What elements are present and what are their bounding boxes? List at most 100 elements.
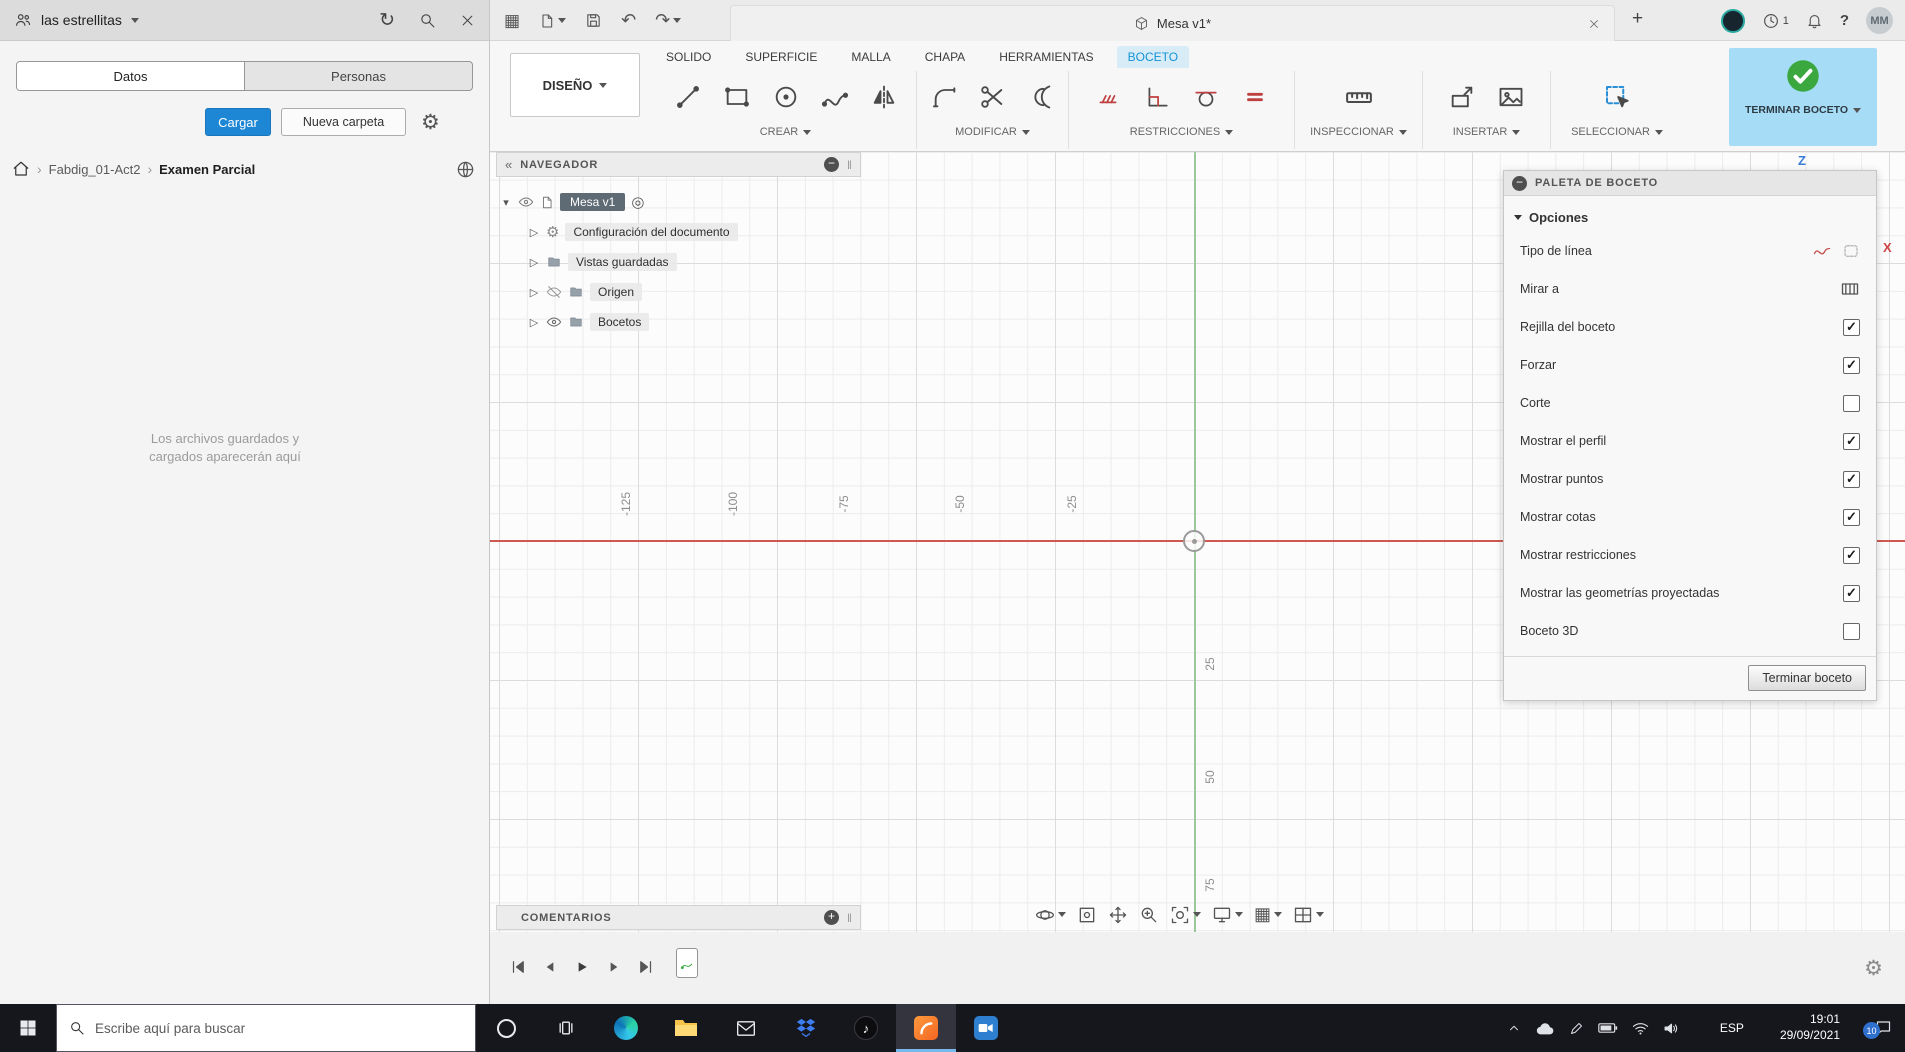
document-tab-close-icon[interactable] bbox=[1588, 18, 1600, 30]
timeline-skip-start-button[interactable] bbox=[505, 954, 530, 979]
group-restricciones-dropdown[interactable]: RESTRICCIONES bbox=[1078, 126, 1285, 138]
measure-tool-icon[interactable] bbox=[1339, 76, 1379, 118]
job-status-button[interactable]: 1 bbox=[1762, 12, 1789, 30]
display-settings-button[interactable] bbox=[1212, 905, 1243, 925]
grid-settings-button[interactable]: ▦ bbox=[1254, 904, 1283, 925]
taskbar-search-input[interactable] bbox=[95, 1020, 463, 1036]
group-insertar-dropdown[interactable]: INSERTAR bbox=[1432, 126, 1541, 138]
redo-button[interactable]: ↷ bbox=[655, 10, 682, 31]
finish-sketch-footer-button[interactable]: Terminar boceto bbox=[1748, 665, 1866, 691]
breadcrumb-folder[interactable]: Examen Parcial bbox=[159, 162, 255, 177]
language-indicator[interactable]: ESP bbox=[1720, 1021, 1744, 1035]
tree-root-row[interactable]: ▾ Mesa v1 ◎ bbox=[500, 187, 861, 217]
tab-personas[interactable]: Personas bbox=[245, 62, 472, 90]
options-section-header[interactable]: Opciones bbox=[1504, 202, 1876, 232]
tab-boceto[interactable]: BOCETO bbox=[1116, 46, 1190, 68]
home-icon[interactable] bbox=[12, 160, 30, 178]
visibility-eye-off-icon[interactable] bbox=[546, 284, 562, 300]
tree-item-label[interactable]: Origen bbox=[590, 283, 643, 301]
palette-minimize-icon[interactable]: − bbox=[1512, 175, 1527, 191]
tab-superficie[interactable]: SUPERFICIE bbox=[734, 46, 828, 68]
show-dimensions-checkbox[interactable]: ✓ bbox=[1843, 508, 1860, 526]
navigator-minimize-icon[interactable]: − bbox=[824, 157, 840, 172]
user-avatar[interactable]: MM bbox=[1866, 7, 1893, 34]
document-tab[interactable]: Mesa v1* bbox=[730, 5, 1615, 41]
tangent-constraint-icon[interactable] bbox=[1186, 76, 1226, 118]
clock[interactable]: 19:01 29/09/2021 bbox=[1780, 1012, 1840, 1043]
group-seleccionar-dropdown[interactable]: SELECCIONAR bbox=[1560, 126, 1674, 138]
comments-grip-icon[interactable]: ‖ bbox=[847, 911, 852, 925]
trim-tool-icon[interactable] bbox=[973, 76, 1011, 118]
fillet-tool-icon[interactable] bbox=[926, 76, 964, 118]
data-panel-toggle-grid-icon[interactable]: ▦ bbox=[504, 11, 520, 31]
select-tool-icon[interactable] bbox=[1597, 76, 1637, 118]
action-center-button[interactable]: 10 bbox=[1863, 1019, 1893, 1039]
tree-expander-icon[interactable]: ▷ bbox=[528, 286, 540, 299]
comments-expand-icon[interactable]: + bbox=[824, 910, 840, 925]
root-visibility-eye-icon[interactable] bbox=[518, 194, 534, 210]
tree-item-label[interactable]: Vistas guardadas bbox=[568, 253, 677, 271]
timeline-step-forward-button[interactable] bbox=[601, 954, 626, 979]
look-at-button[interactable] bbox=[1077, 905, 1097, 925]
tab-herramientas[interactable]: HERRAMIENTAS bbox=[988, 46, 1104, 68]
wifi-icon[interactable] bbox=[1632, 1021, 1649, 1036]
snap-checkbox[interactable]: ✓ bbox=[1843, 356, 1860, 374]
show-points-checkbox[interactable]: ✓ bbox=[1843, 470, 1860, 488]
show-profile-checkbox[interactable]: ✓ bbox=[1843, 432, 1860, 450]
construction-linetype-icon[interactable] bbox=[1812, 241, 1832, 261]
finish-sketch-button[interactable]: TERMINAR BOCETO bbox=[1729, 48, 1877, 146]
navigator-header[interactable]: « NAVEGADOR − ‖ bbox=[496, 152, 861, 177]
save-button[interactable] bbox=[585, 12, 602, 29]
show-constraints-checkbox[interactable]: ✓ bbox=[1843, 546, 1860, 564]
navigator-grip-icon[interactable]: ‖ bbox=[847, 158, 852, 172]
tree-row-named-views[interactable]: ▷ Vistas guardadas bbox=[500, 247, 861, 277]
timeline-sketch-feature[interactable] bbox=[676, 948, 698, 978]
sketch-grid-checkbox[interactable]: ✓ bbox=[1843, 318, 1860, 336]
preferences-gear-icon[interactable]: ⚙ bbox=[1864, 956, 1883, 981]
look-at-plane-icon[interactable] bbox=[1840, 279, 1860, 299]
help-icon[interactable]: ? bbox=[1840, 12, 1849, 29]
tree-expander-icon[interactable]: ▷ bbox=[528, 226, 540, 239]
orbit-button[interactable] bbox=[1035, 905, 1066, 925]
file-menu-button[interactable] bbox=[539, 12, 567, 30]
tab-solido[interactable]: SOLIDO bbox=[655, 46, 722, 68]
circle-tool-icon[interactable] bbox=[766, 76, 806, 118]
tiktok-button[interactable]: ♪ bbox=[836, 1004, 896, 1052]
data-panel-settings-gear-icon[interactable]: ⚙ bbox=[421, 110, 440, 135]
pan-button[interactable] bbox=[1108, 905, 1128, 925]
dropbox-button[interactable] bbox=[776, 1004, 836, 1052]
tree-root-label[interactable]: Mesa v1 bbox=[560, 193, 626, 211]
sketch-palette-header[interactable]: − PALETA DE BOCETO bbox=[1504, 171, 1876, 196]
onedrive-cloud-icon[interactable] bbox=[1535, 1021, 1555, 1036]
new-folder-button[interactable]: Nueva carpeta bbox=[281, 108, 406, 136]
start-button[interactable] bbox=[0, 1004, 56, 1052]
team-name[interactable]: las estrellitas bbox=[41, 12, 122, 28]
tree-expander-icon[interactable]: ▷ bbox=[528, 316, 540, 329]
group-inspeccionar-dropdown[interactable]: INSPECCIONAR bbox=[1304, 126, 1413, 138]
new-document-tab-plus-icon[interactable]: + bbox=[1632, 8, 1643, 30]
timeline-play-button[interactable] bbox=[569, 954, 594, 979]
team-chevron-down-icon[interactable] bbox=[130, 17, 139, 23]
cortana-button[interactable] bbox=[476, 1004, 536, 1052]
tree-item-label[interactable]: Bocetos bbox=[590, 313, 650, 331]
tab-chapa[interactable]: CHAPA bbox=[914, 46, 976, 68]
upload-button[interactable]: Cargar bbox=[205, 108, 271, 136]
taskbar-search[interactable] bbox=[56, 1004, 476, 1052]
visibility-eye-icon[interactable] bbox=[546, 314, 562, 330]
show-projected-checkbox[interactable]: ✓ bbox=[1843, 584, 1860, 602]
perpendicular-constraint-icon[interactable] bbox=[1137, 76, 1177, 118]
linetype-box-icon[interactable] bbox=[1842, 242, 1860, 260]
fusion-logo-icon[interactable] bbox=[1720, 8, 1745, 33]
viewports-button[interactable] bbox=[1293, 905, 1325, 925]
timeline-step-back-button[interactable] bbox=[537, 954, 562, 979]
fusion360-button[interactable] bbox=[896, 1004, 956, 1052]
tree-row-document-settings[interactable]: ▷ ⚙ Configuración del documento bbox=[500, 217, 861, 247]
battery-icon[interactable] bbox=[1598, 1021, 1618, 1035]
zoom-button[interactable] bbox=[1139, 905, 1159, 925]
task-view-button[interactable] bbox=[536, 1004, 596, 1052]
search-icon[interactable] bbox=[419, 12, 436, 29]
timeline-skip-end-button[interactable] bbox=[633, 954, 658, 979]
fix-constraint-icon[interactable] bbox=[1088, 76, 1128, 118]
tab-datos[interactable]: Datos bbox=[17, 62, 245, 90]
volume-icon[interactable] bbox=[1663, 1021, 1680, 1036]
